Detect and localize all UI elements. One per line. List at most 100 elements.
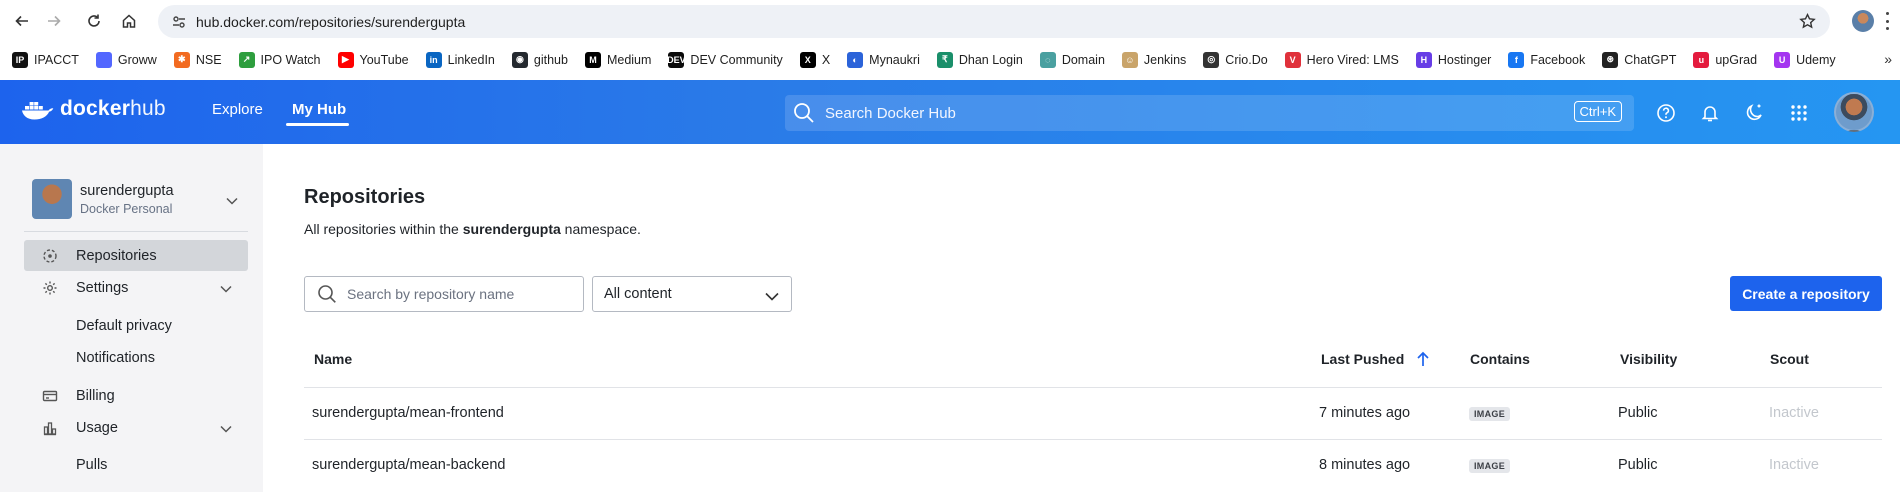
bookmark-label: upGrad <box>1715 52 1758 67</box>
bookmark-item[interactable]: DEV DEV Community <box>667 51 783 68</box>
account-switcher[interactable] <box>32 179 72 219</box>
bookmark-item[interactable]: ⊛ ChatGPT <box>1602 51 1676 68</box>
bookmark-item[interactable]: f Facebook <box>1508 51 1585 68</box>
bookmark-label: IPO Watch <box>260 52 321 67</box>
bookmark-item[interactable]: ◌ Domain <box>1039 51 1105 68</box>
column-header-contains[interactable]: Contains <box>1470 351 1530 367</box>
bookmark-item[interactable]: ☺ Jenkins <box>1121 51 1187 68</box>
user-avatar[interactable] <box>1834 92 1874 132</box>
sort-ascending-icon <box>1417 351 1429 366</box>
global-search-placeholder: Search Docker Hub <box>825 104 956 122</box>
repo-name-link[interactable]: surendergupta/mean-frontend <box>312 405 504 421</box>
contains-badge: IMAGE <box>1469 459 1511 473</box>
create-repository-button[interactable]: Create a repository <box>1730 276 1882 311</box>
column-header-visibility[interactable]: Visibility <box>1620 351 1677 367</box>
table-row-divider <box>304 439 1882 440</box>
bar-chart-icon <box>40 420 60 436</box>
bookmark-item[interactable]: ✱ NSE <box>173 51 222 68</box>
bookmark-item[interactable]: IP IPACCT <box>12 51 79 68</box>
bookmark-item[interactable]: in LinkedIn <box>425 51 495 68</box>
bookmark-label: Hero Vired: LMS <box>1306 52 1399 67</box>
search-shortcut-badge: Ctrl+K <box>1573 101 1622 122</box>
back-icon[interactable] <box>7 6 37 36</box>
namespace-name: surendergupta <box>462 221 561 237</box>
nav-explore[interactable]: Explore <box>212 101 263 118</box>
visibility-cell: Public <box>1618 405 1658 421</box>
sidebar-item-label: Settings <box>76 279 129 296</box>
bookmark-item[interactable]: ◐ Mynaukri <box>847 51 920 68</box>
repository-search-input[interactable]: Search by repository name <box>304 276 584 312</box>
bookmark-item[interactable]: ◉ github <box>511 51 568 68</box>
url-text[interactable]: hub.docker.com/repositories/surendergupt… <box>196 14 465 30</box>
theme-toggle-icon[interactable] <box>1742 101 1766 125</box>
column-header-label: Last Pushed <box>1321 351 1405 367</box>
bookmark-label: DEV Community <box>690 52 783 67</box>
bookmark-item[interactable]: ◎ Crio.Do <box>1203 51 1268 68</box>
browser-toolbar: hub.docker.com/repositories/surendergupt… <box>0 0 1900 43</box>
bookmark-item[interactable]: ↗ IPO Watch <box>238 51 321 68</box>
browser-menu-icon[interactable] <box>1884 12 1890 30</box>
bookmark-favicon-icon: in <box>425 51 442 68</box>
bookmark-item[interactable]: u upGrad <box>1693 51 1758 68</box>
logo-hub-text: hub <box>130 97 166 120</box>
sidebar-item-pulls[interactable]: Pulls <box>76 457 107 473</box>
bookmark-item[interactable]: ₹ Dhan Login <box>936 51 1023 68</box>
chevron-down-icon <box>765 289 779 305</box>
bookmark-label: NSE <box>195 52 222 67</box>
site-settings-icon[interactable] <box>162 14 196 30</box>
global-search-input[interactable]: Search Docker Hub Ctrl+K <box>785 95 1634 131</box>
column-header-name[interactable]: Name <box>314 351 352 367</box>
scout-status-cell: Inactive <box>1769 457 1819 473</box>
sidebar-item-notifications[interactable]: Notifications <box>76 350 155 366</box>
sidebar-item-repositories[interactable]: Repositories <box>24 240 248 271</box>
page-title: Repositories <box>304 186 426 208</box>
dockerhub-logo[interactable]: dockerhub <box>22 97 166 121</box>
bookmark-item[interactable]: U Udemy <box>1774 51 1836 68</box>
forward-icon[interactable] <box>39 6 69 36</box>
bookmark-favicon-icon: X <box>799 51 816 68</box>
bookmark-label: Jenkins <box>1143 52 1187 67</box>
bookmark-label: Domain <box>1061 52 1105 67</box>
sidebar-item-settings[interactable]: Settings <box>24 272 248 303</box>
bookmarks-overflow-icon[interactable]: » <box>1884 51 1892 67</box>
nav-my-hub[interactable]: My Hub <box>292 101 346 118</box>
repo-name-link[interactable]: surendergupta/mean-backend <box>312 457 505 473</box>
sidebar-divider <box>24 231 248 232</box>
address-bar[interactable]: hub.docker.com/repositories/surendergupt… <box>158 5 1830 38</box>
bookmark-label: LinkedIn <box>447 52 495 67</box>
repositories-icon <box>40 248 60 264</box>
sidebar-item-default-privacy[interactable]: Default privacy <box>76 318 172 334</box>
bookmark-item[interactable]: H Hostinger <box>1415 51 1492 68</box>
bookmark-favicon-icon: ⊛ <box>1602 51 1619 68</box>
bookmark-star-icon[interactable] <box>1799 12 1816 33</box>
account-avatar <box>32 179 72 219</box>
bookmark-label: Hostinger <box>1437 52 1492 67</box>
repository-search-placeholder: Search by repository name <box>347 286 515 302</box>
bookmark-favicon-icon: u <box>1693 51 1710 68</box>
column-header-last-pushed[interactable]: Last Pushed <box>1321 351 1430 367</box>
bookmark-item[interactable]: M Medium <box>584 51 651 68</box>
sidebar-item-usage[interactable]: Usage <box>24 412 248 443</box>
notifications-bell-icon[interactable] <box>1698 101 1722 125</box>
docker-whale-icon <box>22 102 54 120</box>
reload-icon[interactable] <box>79 6 109 36</box>
browser-profile-avatar[interactable] <box>1852 10 1874 32</box>
chevron-down-icon[interactable] <box>226 193 238 208</box>
bookmark-favicon-icon: H <box>1415 51 1432 68</box>
column-header-scout[interactable]: Scout <box>1770 351 1809 367</box>
home-icon[interactable] <box>114 6 144 36</box>
bookmark-item[interactable]: V Hero Vired: LMS <box>1284 51 1399 68</box>
help-icon[interactable] <box>1654 101 1678 125</box>
search-icon <box>318 285 336 303</box>
bookmark-item[interactable]: Groww <box>95 51 157 68</box>
bookmark-item[interactable]: ▶ YouTube <box>337 51 409 68</box>
bookmark-label: Crio.Do <box>1225 52 1268 67</box>
bookmark-label: Dhan Login <box>958 52 1023 67</box>
content-filter-select[interactable]: All content <box>592 276 792 312</box>
bookmark-item[interactable]: XX <box>799 51 830 68</box>
sidebar-item-billing[interactable]: Billing <box>24 380 248 411</box>
bookmark-favicon-icon: ◉ <box>511 51 528 68</box>
account-name[interactable]: surendergupta <box>80 183 174 199</box>
apps-grid-icon[interactable] <box>1787 101 1811 125</box>
desc-suffix: namespace. <box>560 221 641 237</box>
